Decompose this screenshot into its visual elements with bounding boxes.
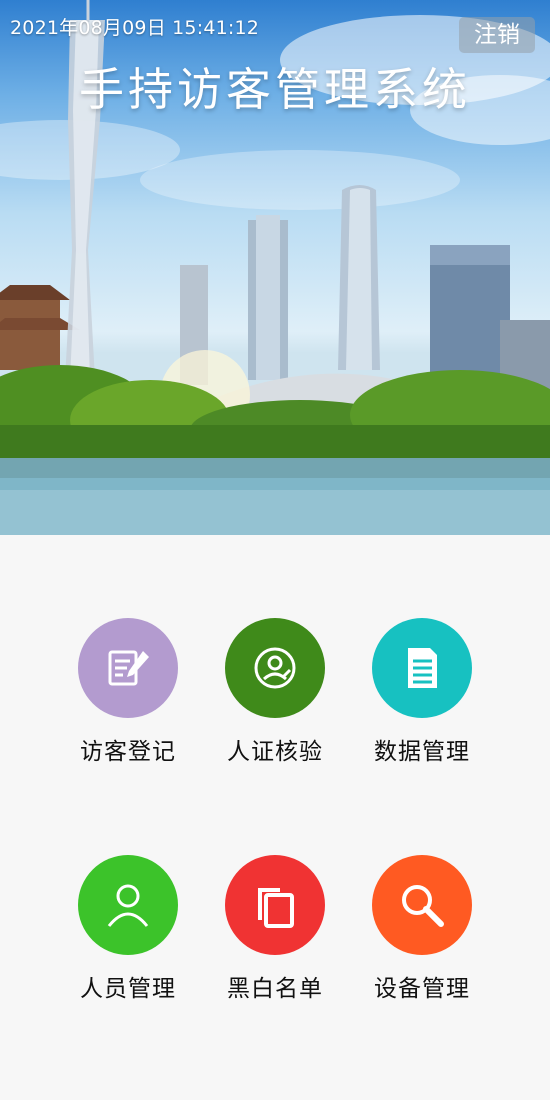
person-icon [78,855,178,955]
menu-item-label: 数据管理 [374,739,470,765]
status-datetime: 2021年08月09日 15:41:12 [10,17,260,39]
menu-item-label: 人员管理 [80,976,176,1002]
menu-item-device-management[interactable]: 设备管理 [357,855,487,1003]
document-icon [372,618,472,718]
menu-item-black-white-list[interactable]: 黑白名单 [210,855,340,1003]
menu-item-label: 黑白名单 [227,976,323,1002]
header-banner: 2021年08月09日 15:41:12 注销 手持访客管理系统 [0,0,550,535]
menu-item-visitor-register[interactable]: 访客登记 [63,618,193,766]
menu-item-label: 设备管理 [374,976,470,1002]
id-verify-icon [225,618,325,718]
function-menu: 访客登记 人证核验 数据管理 人员管理 黑白名单 设备管理 [0,535,550,1100]
page-title: 手持访客管理系统 [78,63,471,116]
menu-item-id-verify[interactable]: 人证核验 [210,618,340,766]
menu-item-data-management[interactable]: 数据管理 [357,618,487,766]
logout-button[interactable]: 注销 [459,17,535,53]
menu-item-label: 访客登记 [80,739,176,765]
copy-list-icon [225,855,325,955]
register-form-icon [78,618,178,718]
menu-item-label: 人证核验 [227,739,323,765]
menu-item-personnel-management[interactable]: 人员管理 [63,855,193,1003]
search-icon [372,855,472,955]
